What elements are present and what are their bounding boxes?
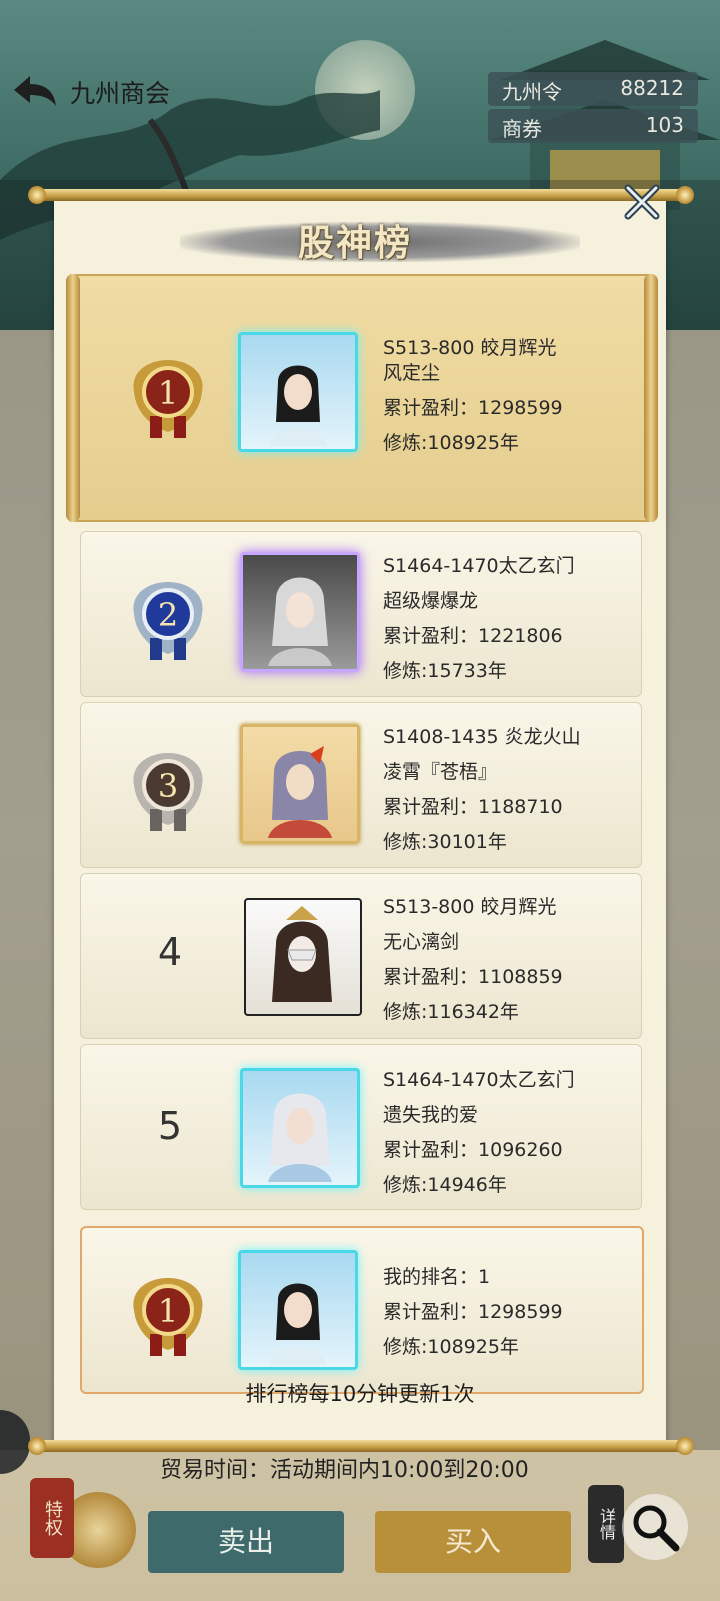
my-avatar[interactable]: [238, 1250, 358, 1370]
rank-number: 5: [157, 1104, 183, 1148]
rank-number: 4: [157, 930, 183, 974]
character-portrait: [272, 906, 332, 1002]
medal-number: 1: [158, 374, 178, 412]
character-portrait: [270, 365, 326, 446]
update-note: 排行榜每10分钟更新1次: [245, 1382, 475, 1406]
player-info: S1408-1435 炎龙火山 凌霄『苍梧』 累计盈利：1188710 修炼:3…: [383, 720, 581, 860]
details-button[interactable]: 详情: [588, 1485, 624, 1563]
my-profit: 累计盈利：1298599: [383, 1301, 563, 1323]
character-portrait: [268, 746, 332, 838]
currency-shangquan: 商券 103: [488, 109, 698, 143]
scroll-end-left: [66, 274, 80, 522]
currency-label: 商券: [502, 117, 542, 141]
currency-jiuzhou-ling: 九州令 88212: [488, 72, 698, 106]
scroll-rod-bottom: [30, 1440, 690, 1452]
sell-button[interactable]: 卖出: [148, 1511, 344, 1573]
privilege-button[interactable]: 特权: [30, 1478, 74, 1558]
player-name: 遗失我的爱: [383, 1104, 479, 1126]
player-avatar[interactable]: [240, 724, 360, 844]
player-info: S513-800 皎月辉光 无心漓剑 累计盈利：1108859 修炼:11634…: [383, 890, 563, 1030]
player-avatar[interactable]: [240, 1068, 360, 1188]
trade-time-text: 贸易时间：活动期间内10:00到20:00: [160, 1458, 529, 1483]
player-cultivation: 修炼:30101年: [383, 831, 507, 853]
player-cultivation: 修炼:15733年: [383, 660, 507, 682]
player-info: S1464-1470太乙玄门 超级爆爆龙 累计盈利：1221806 修炼:157…: [383, 549, 575, 689]
player-server: S1408-1435 炎龙火山: [383, 726, 581, 748]
player-server: S1464-1470太乙玄门: [383, 1069, 575, 1091]
currency-value: 88212: [620, 76, 684, 100]
player-avatar[interactable]: [240, 552, 360, 672]
player-cultivation: 修炼:116342年: [383, 1001, 519, 1023]
player-profit: 累计盈利：1096260: [383, 1139, 563, 1161]
player-avatar[interactable]: [244, 898, 362, 1016]
close-icon[interactable]: [620, 180, 664, 224]
player-name: 凌霄『苍梧』: [383, 761, 498, 783]
player-profit: 累计盈利：1298599: [383, 397, 563, 419]
scroll-end-right: [644, 274, 658, 522]
rank-1-medal-icon: 1: [133, 1278, 203, 1356]
currency-label: 九州令: [502, 80, 562, 104]
character-portrait: [268, 577, 332, 666]
back-arrow-icon[interactable]: [8, 70, 62, 114]
medal-number: 1: [158, 1292, 178, 1330]
character-portrait: [268, 1093, 332, 1182]
rank-3-medal-icon: 3: [133, 753, 203, 831]
rod-cap: [28, 1437, 46, 1455]
scroll-rod-top: [30, 189, 690, 201]
player-name: 超级爆爆龙: [383, 590, 479, 612]
player-name: 无心漓剑: [383, 931, 460, 953]
medal-number: 3: [158, 767, 178, 805]
player-server: S1464-1470太乙玄门: [383, 555, 575, 577]
search-icon[interactable]: [622, 1494, 688, 1560]
my-cultivation: 修炼:108925年: [383, 1336, 519, 1358]
rod-cap: [676, 186, 694, 204]
player-server: S513-800 皎月辉光: [383, 896, 557, 918]
player-info: S513-800 皎月辉光 风定尘 累计盈利：1298599 修炼:108925…: [383, 331, 563, 461]
player-cultivation: 修炼:108925年: [383, 432, 519, 454]
rod-cap: [676, 1437, 694, 1455]
buy-button[interactable]: 买入: [375, 1511, 571, 1573]
player-info: S1464-1470太乙玄门 遗失我的爱 累计盈利：1096260 修炼:149…: [383, 1063, 575, 1203]
rank-2-medal-icon: 2: [133, 582, 203, 660]
player-avatar[interactable]: [238, 332, 358, 452]
player-profit: 累计盈利：1221806: [383, 625, 563, 647]
my-rank-text: 我的排名：1: [383, 1266, 491, 1288]
rod-cap: [28, 186, 46, 204]
character-portrait: [270, 1283, 326, 1364]
player-profit: 累计盈利：1188710: [383, 796, 563, 818]
player-cultivation: 修炼:14946年: [383, 1174, 507, 1196]
medal-number: 2: [158, 596, 178, 634]
my-rank-info: 我的排名：1 累计盈利：1298599 修炼:108925年: [383, 1260, 563, 1365]
panel-title-banner: 股神榜: [180, 212, 580, 270]
rank-1-medal-icon: 1: [133, 360, 203, 438]
panel-title: 股神榜: [297, 223, 412, 264]
page-title: 九州商会: [70, 79, 171, 108]
currency-value: 103: [645, 113, 684, 137]
player-profit: 累计盈利：1108859: [383, 966, 563, 988]
